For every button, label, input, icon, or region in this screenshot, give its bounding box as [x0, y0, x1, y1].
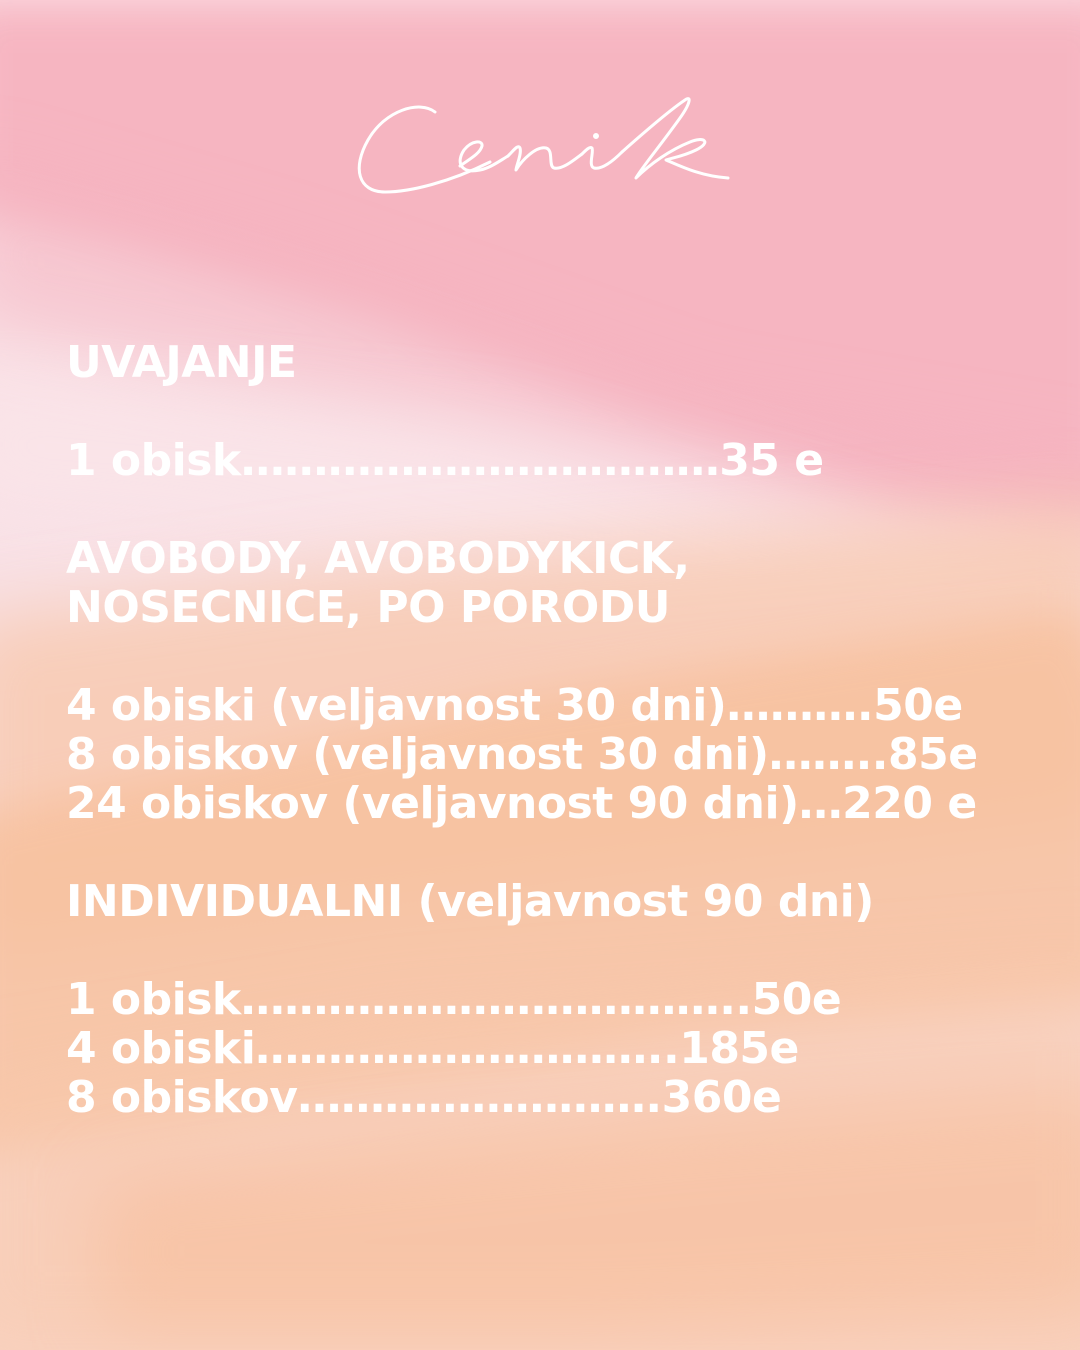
price-item: 4 obiski………………………..185e: [66, 1023, 799, 1074]
section-heading-uvajanje: UVAJANJE: [66, 337, 297, 388]
price-item: 24 obiskov (veljavnost 90 dni)…220 e: [66, 778, 977, 829]
section-heading-avobody: AVOBODY, AVOBODYKICK,: [66, 533, 690, 584]
price-item: 1 obisk……………………………35 e: [66, 435, 824, 486]
price-item: 1 obisk……………………………..50e: [66, 974, 842, 1025]
price-item: 8 obiskov…………………….360e: [66, 1072, 782, 1123]
price-item: 8 obiskov (veljavnost 30 dni)……..85e: [66, 729, 978, 780]
section-heading-avobody-line2: NOSECNICE, PO PORODU: [66, 582, 671, 633]
section-heading-individualni: INDIVIDUALNI (veljavnost 90 dni): [66, 876, 874, 927]
price-list: UVAJANJE 1 obisk……………………………35 e AVOBODY,…: [66, 338, 1056, 1122]
price-item: 4 obiski (veljavnost 30 dni)……….50e: [66, 680, 963, 731]
page-title: [357, 97, 730, 194]
